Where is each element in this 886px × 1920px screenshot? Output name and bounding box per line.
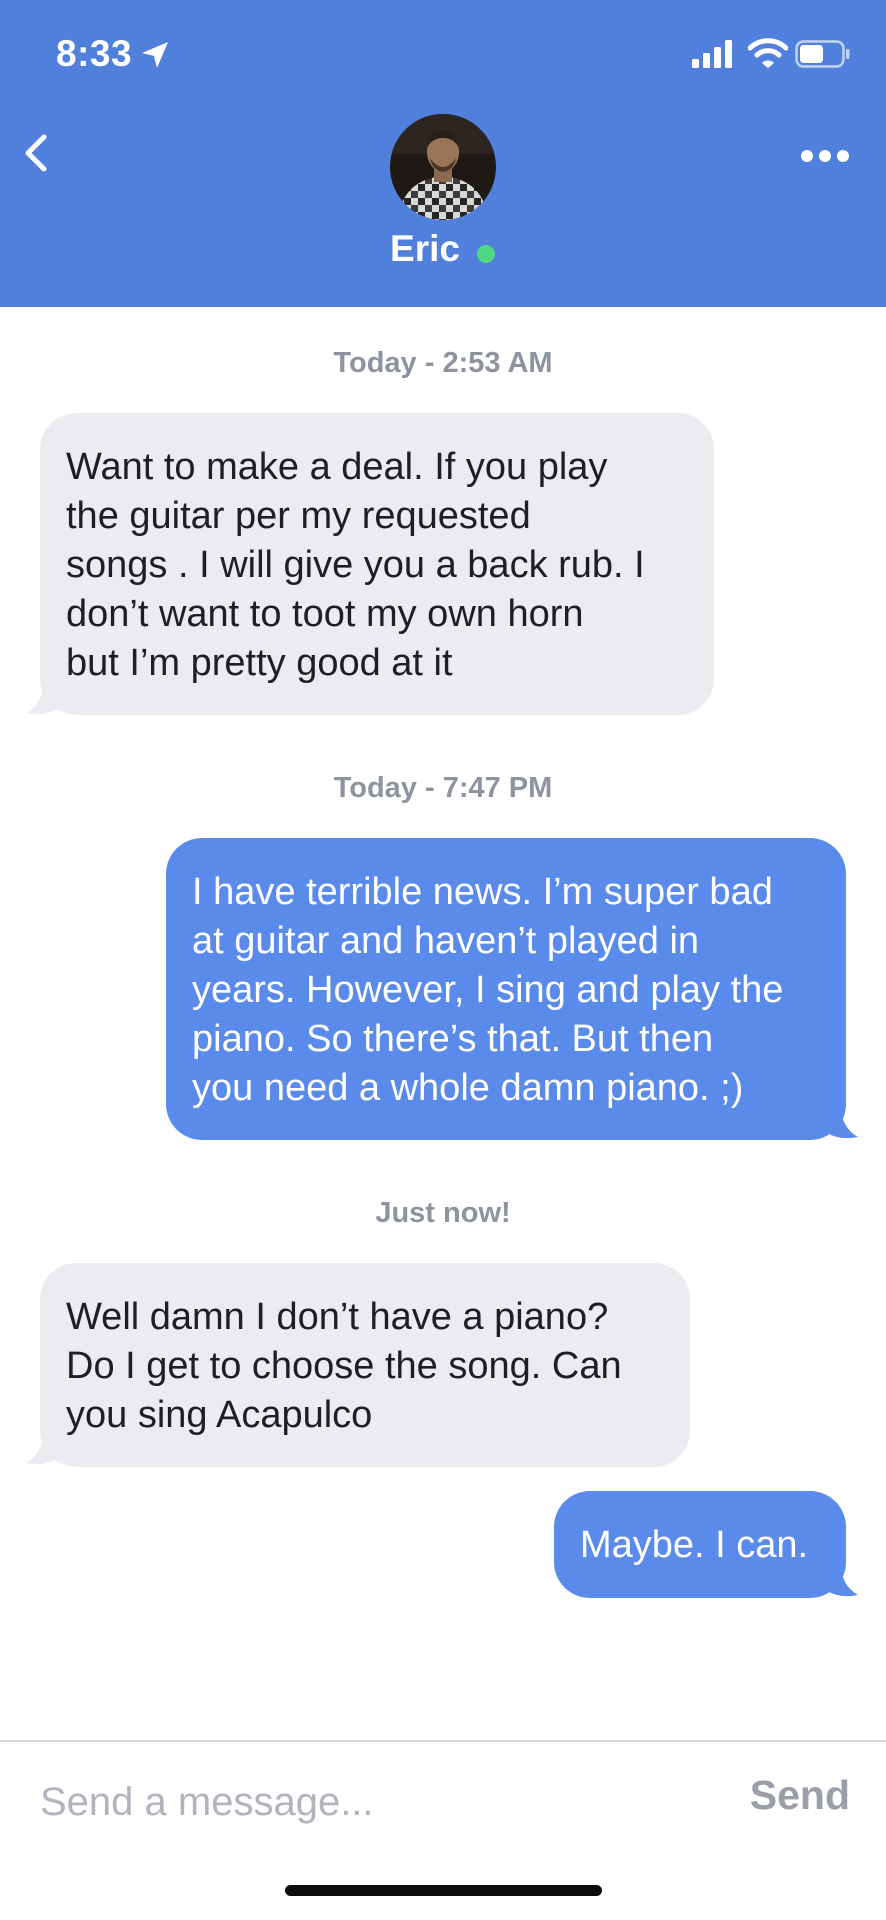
message-line: the guitar per my requested bbox=[66, 495, 531, 537]
message-line: songs . I will give you a back rub. I bbox=[66, 544, 645, 586]
message-bubble[interactable]: Maybe. I can. bbox=[554, 1491, 846, 1598]
status-time: 8:33 bbox=[56, 33, 133, 74]
more-options-icon[interactable] bbox=[798, 145, 852, 167]
message-line: don’t want to toot my own horn bbox=[66, 593, 584, 635]
avatar[interactable] bbox=[390, 114, 496, 220]
home-indicator[interactable] bbox=[285, 1885, 602, 1896]
timestamp: Today - 7:47 PM bbox=[333, 772, 553, 804]
signal-icon bbox=[692, 40, 732, 68]
timestamp: Just now! bbox=[375, 1197, 511, 1229]
message-line: but I’m pretty good at it bbox=[66, 642, 453, 684]
timestamp: Today - 2:53 AM bbox=[333, 347, 553, 379]
composer-divider bbox=[0, 1740, 886, 1742]
message-line: Do I get to choose the song. Can bbox=[66, 1345, 622, 1387]
message-bubble[interactable]: I have terrible news. I’m super bad at g… bbox=[166, 838, 846, 1140]
location-arrow-icon bbox=[142, 42, 168, 68]
wifi-icon bbox=[748, 38, 788, 68]
message-line: Maybe. I can. bbox=[580, 1524, 809, 1566]
send-button[interactable]: Send bbox=[720, 1772, 850, 1819]
message-line: you need a whole damn piano. ;) bbox=[192, 1067, 744, 1109]
message-line: Want to make a deal. If you play bbox=[66, 446, 608, 488]
message-line: I have terrible news. I’m super bad bbox=[192, 871, 773, 913]
message-line: Well damn I don’t have a piano? bbox=[66, 1296, 609, 1338]
message-line: at guitar and haven’t played in bbox=[192, 920, 700, 962]
avatar-photo bbox=[390, 114, 496, 220]
message-line: you sing Acapulco bbox=[66, 1394, 373, 1436]
online-status-dot bbox=[477, 245, 495, 263]
message-line: piano. So there’s that. But then bbox=[192, 1018, 714, 1060]
contact-name[interactable]: Eric bbox=[0, 228, 850, 270]
back-chevron-icon[interactable] bbox=[18, 125, 58, 181]
message-bubble[interactable]: Want to make a deal. If you play the gui… bbox=[40, 413, 714, 715]
message-line: years. However, I sing and play the bbox=[192, 969, 784, 1011]
chat-header: 8:33 Eric bbox=[0, 0, 886, 307]
message-input[interactable] bbox=[40, 1770, 680, 1834]
battery-icon bbox=[795, 40, 850, 68]
message-bubble[interactable]: Well damn I don’t have a piano? Do I get… bbox=[40, 1263, 690, 1467]
